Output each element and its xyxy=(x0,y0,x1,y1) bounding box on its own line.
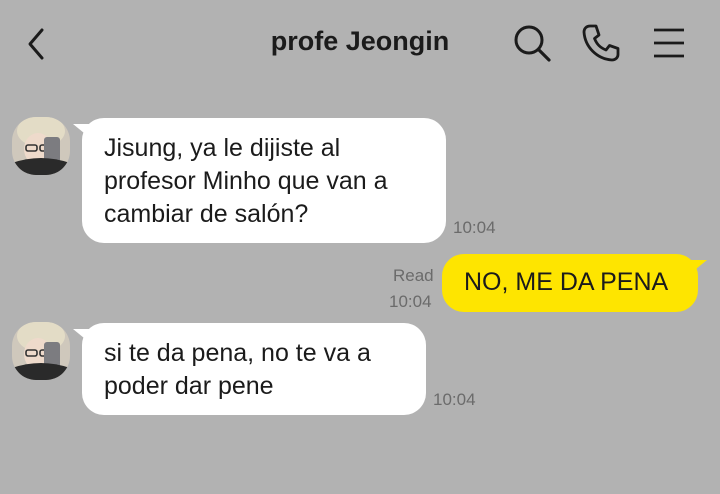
message-text-line: profesor Minho que van a xyxy=(104,167,388,195)
message-timestamp: 10:04 xyxy=(389,292,432,311)
message-bubble-incoming[interactable]: si te da pena, no te va a poder dar pene xyxy=(82,323,426,415)
message-text-line: Jisung, ya le dijiste al xyxy=(104,134,341,162)
message-timestamp: 10:04 xyxy=(453,218,496,237)
message-text: NO, ME DA PENA xyxy=(464,268,669,296)
message-text-line: poder dar pene xyxy=(104,372,274,400)
message-bubble-outgoing[interactable]: NO, ME DA PENA xyxy=(442,254,698,312)
message-bubble-incoming[interactable]: Jisung, ya le dijiste al profesor Minho … xyxy=(82,118,446,243)
back-icon[interactable] xyxy=(22,24,54,64)
message-text-line: si te da pena, no te va a xyxy=(104,339,371,367)
search-icon[interactable] xyxy=(511,22,553,64)
message-text-line: cambiar de salón? xyxy=(104,200,309,228)
chat-header: profe Jeongin xyxy=(0,0,720,90)
phone-icon[interactable] xyxy=(580,22,622,64)
read-receipt: Read xyxy=(393,266,434,285)
avatar[interactable] xyxy=(12,117,70,175)
menu-icon[interactable] xyxy=(648,22,690,64)
avatar[interactable] xyxy=(12,322,70,380)
message-timestamp: 10:04 xyxy=(433,390,476,409)
chat-title: profe Jeongin xyxy=(270,26,450,56)
